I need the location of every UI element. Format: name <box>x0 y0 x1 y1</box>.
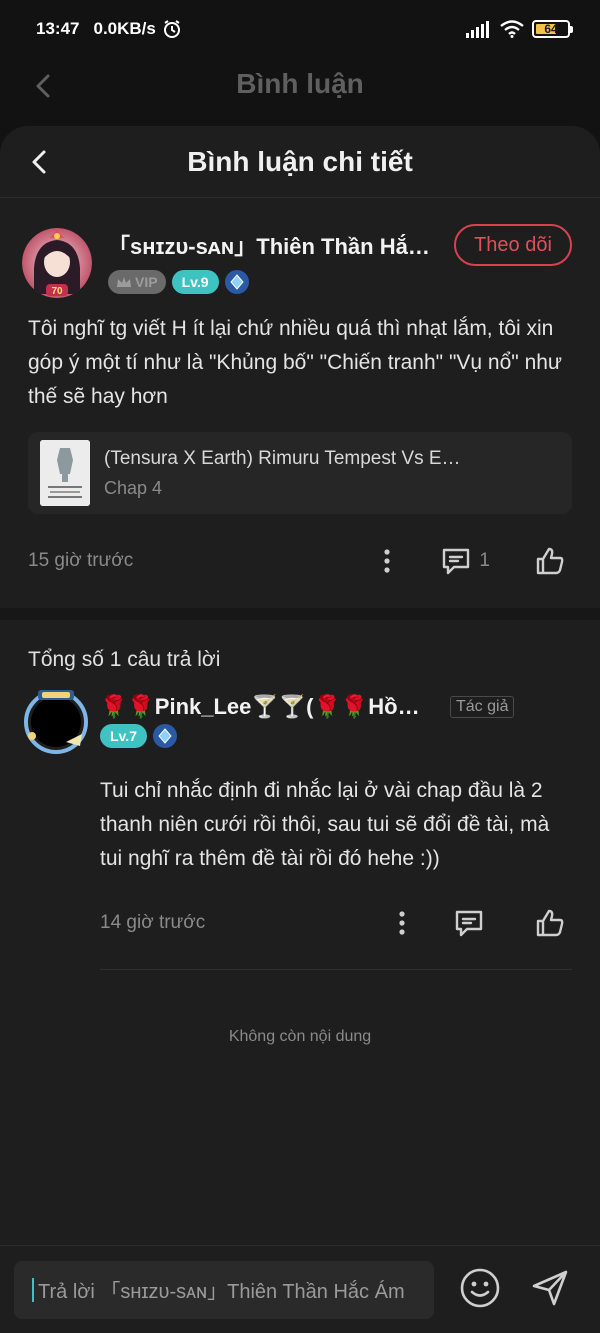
reply-actions <box>398 907 572 939</box>
background-header: Bình luận <box>0 58 600 128</box>
reply-count: 1 <box>479 550 490 571</box>
battery-icon: 64 <box>532 20 573 38</box>
reply-button[interactable] <box>454 908 484 938</box>
reply-item: 🌹🌹Pink_Lee🍸🍸(🌹🌹Hồng Lê) Tác giả Lv.7 Tui… <box>0 672 600 970</box>
diamond-icon <box>152 724 177 748</box>
diamond-icon <box>224 270 249 294</box>
end-of-content-note: Không còn nội dung <box>228 1028 372 1045</box>
reply-input[interactable]: Trả lời 「sʜɪzᴜ-sᴀɴ」Thiên Thần Hắc Ám <box>14 1260 434 1319</box>
user-line: 「sʜɪzᴜ-sᴀɴ」Thiên Thần Hắc Ám Theo dõi <box>108 224 572 266</box>
thumbs-up-icon <box>536 909 564 936</box>
alarm-icon <box>163 20 180 38</box>
level-badge: Lv.9 <box>171 270 219 294</box>
signal-icon <box>466 21 489 38</box>
reply-text: Tui chỉ nhắc định đi nhắc lại ở vài chap… <box>100 779 550 870</box>
more-options-icon[interactable] <box>398 910 406 936</box>
user-line: 🌹🌹Pink_Lee🍸🍸(🌹🌹Hồng Lê) Tác giả <box>100 694 572 720</box>
reply-meta: 14 giờ trước <box>100 876 572 970</box>
avatar-level-badge: 70 <box>51 286 63 297</box>
battery-level: 64 <box>544 22 558 36</box>
story-thumbnail <box>40 440 90 506</box>
thumbs-up-icon <box>536 547 564 575</box>
page-title: Bình luận chi tiết <box>187 146 413 177</box>
story-chapter: Chap 4 <box>104 477 163 498</box>
user-badges: VIP Lv.9 <box>108 270 572 294</box>
background-title: Bình luận <box>236 68 364 99</box>
like-button[interactable] <box>534 907 566 939</box>
reply-input-placeholder: Trả lời 「sʜɪzᴜ-sᴀɴ」Thiên Thần Hắc Ám <box>38 1281 405 1303</box>
comment-meta: 15 giờ trước 1 <box>28 514 572 608</box>
follow-button[interactable]: Theo dõi <box>454 224 572 266</box>
emoji-icon[interactable] <box>458 1266 502 1310</box>
reply-input-bar: Trả lời 「sʜɪzᴜ-sᴀɴ」Thiên Thần Hắc Ám <box>0 1245 600 1333</box>
avatar[interactable]: 70 <box>22 228 92 298</box>
replies-count-heading: Tổng số 1 câu trả lời <box>28 648 221 671</box>
comment-actions: 1 <box>383 545 572 577</box>
timestamp: 14 giờ trước <box>100 911 206 933</box>
crown-icon <box>117 277 131 287</box>
back-arrow-icon[interactable] <box>20 142 60 182</box>
like-button[interactable] <box>534 545 566 577</box>
section-divider <box>0 608 600 620</box>
comment-detail-sheet: Bình luận chi tiết 70 「sʜɪzᴜ-sᴀɴ」Thiên T… <box>0 126 600 1333</box>
reply-icon <box>455 910 483 936</box>
avatar[interactable] <box>22 686 90 754</box>
main-comment: 70 「sʜɪzᴜ-sᴀɴ」Thiên Thần Hắc Ám Theo dõi… <box>0 198 600 608</box>
reply-icon <box>443 548 470 575</box>
author-tag: Tác giả <box>450 696 515 718</box>
story-title: (Tensura X Earth) Rimuru Tempest Vs Eart… <box>104 447 464 469</box>
vip-badge: VIP <box>108 270 166 294</box>
vip-label: VIP <box>135 274 158 290</box>
more-options-icon[interactable] <box>383 548 391 574</box>
user-badges: Lv.7 <box>100 724 572 748</box>
sheet-header: Bình luận chi tiết <box>0 126 600 198</box>
story-info: (Tensura X Earth) Rimuru Tempest Vs Eart… <box>104 448 464 499</box>
username[interactable]: 「sʜɪzᴜ-sᴀɴ」Thiên Thần Hắc Ám <box>108 229 438 261</box>
status-bar: 13:47 0.0KB/s 64 <box>0 0 600 58</box>
comment-text: Tôi nghĩ tg viết H ít lại chứ nhiều quá … <box>28 317 562 408</box>
reply-button[interactable]: 1 <box>441 546 490 576</box>
story-card[interactable]: (Tensura X Earth) Rimuru Tempest Vs Eart… <box>28 432 572 514</box>
timestamp: 15 giờ trước <box>28 550 134 571</box>
status-time: 13:47 <box>36 19 80 38</box>
send-icon[interactable] <box>528 1266 572 1310</box>
text-caret <box>32 1277 34 1302</box>
network-speed: 0.0KB/s <box>93 19 156 38</box>
username[interactable]: 🌹🌹Pink_Lee🍸🍸(🌹🌹Hồng Lê) <box>100 694 430 720</box>
level-badge: Lv.7 <box>100 724 147 748</box>
wifi-icon <box>500 20 524 38</box>
